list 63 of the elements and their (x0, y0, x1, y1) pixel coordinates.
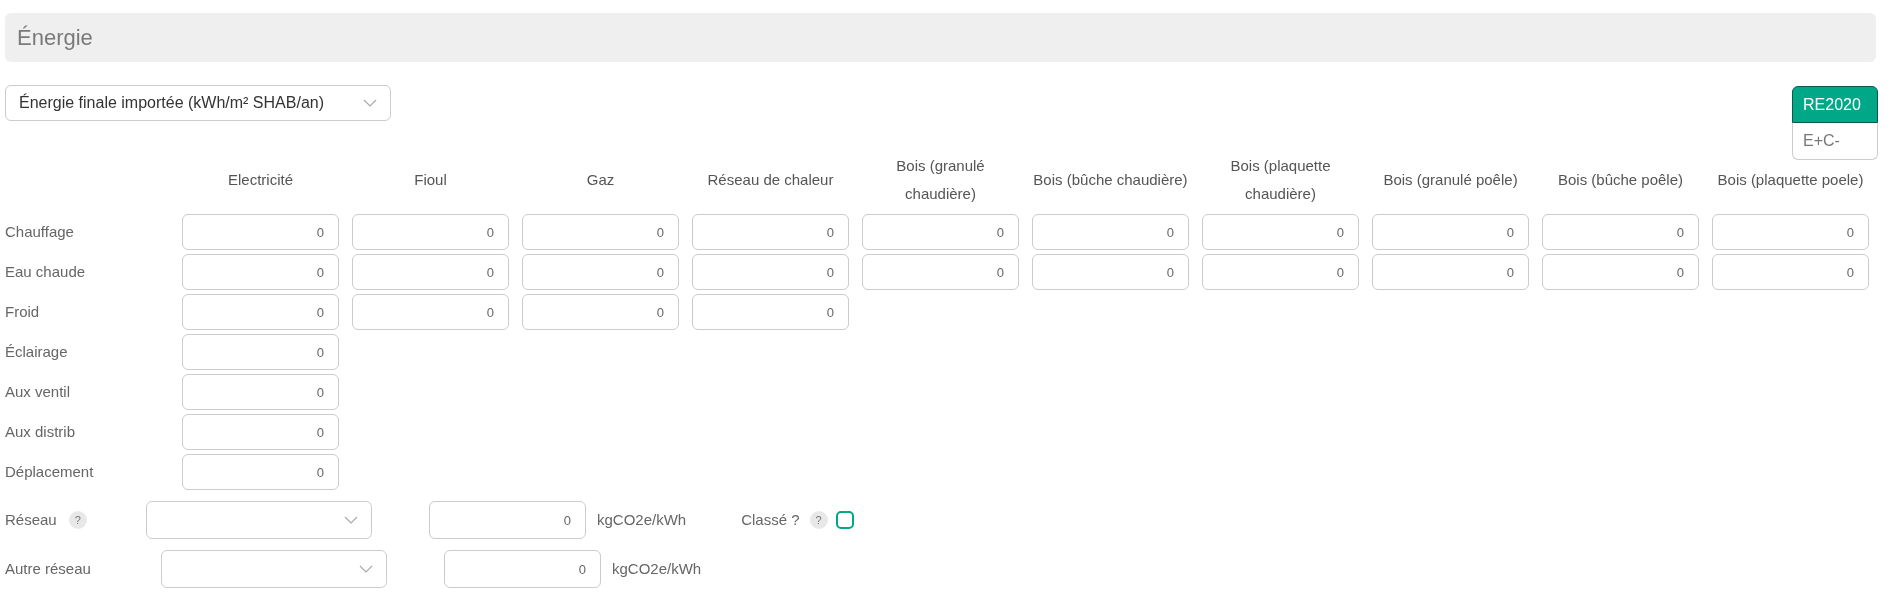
number-field[interactable]: 0 (182, 254, 339, 290)
checkbox[interactable] (835, 511, 854, 529)
field-label: Classé ? (741, 509, 800, 530)
row-label: Déplacement (5, 461, 95, 482)
row-label: Eau chaude (5, 261, 87, 282)
row-label: Aux ventil (5, 381, 72, 402)
number-field[interactable]: 0 (182, 214, 339, 250)
number-field[interactable]: 0 (692, 214, 849, 250)
network-dropdown[interactable] (146, 501, 372, 539)
number-field[interactable]: 0 (1542, 214, 1699, 250)
column-header: Gaz (585, 170, 616, 190)
number-field[interactable]: 0 (522, 294, 679, 330)
number-field[interactable]: 0 (1032, 214, 1189, 250)
standard-option[interactable]: E+C- (1792, 123, 1878, 160)
number-field[interactable]: 0 (692, 254, 849, 290)
number-field[interactable]: 0 (352, 214, 509, 250)
number-field[interactable]: 0 (1372, 214, 1529, 250)
column-header: Bois (plaquette chaudière) (1229, 156, 1332, 204)
number-field[interactable]: 0 (352, 294, 509, 330)
network-dropdown[interactable] (161, 550, 387, 588)
number-field[interactable]: 0 (522, 214, 679, 250)
column-header: Fioul (413, 170, 448, 190)
row-label: Froid (5, 301, 41, 322)
number-field[interactable]: 0 (182, 334, 339, 370)
field-label: Autre réseau (5, 558, 91, 579)
row-label: Éclairage (5, 341, 69, 362)
column-header: Bois (granulé chaudière) (895, 156, 986, 204)
number-field[interactable]: 0 (1712, 254, 1869, 290)
help-icon[interactable]: ? (809, 511, 828, 529)
column-header: Bois (plaquette poele) (1716, 170, 1865, 190)
number-field[interactable]: 0 (1202, 214, 1359, 250)
unit-dropdown[interactable]: Énergie finale importée (kWh/m² SHAB/an) (5, 85, 391, 121)
column-header: Bois (bûche poêle) (1556, 170, 1685, 190)
number-field[interactable]: 0 (1372, 254, 1529, 290)
number-field[interactable]: 0 (862, 214, 1019, 250)
chevron-down-icon (363, 99, 377, 107)
column-header: Bois (granulé poêle) (1382, 170, 1519, 190)
number-field[interactable]: 0 (1542, 254, 1699, 290)
number-field[interactable]: 0 (862, 254, 1019, 290)
column-header: Bois (bûche chaudière) (1032, 170, 1189, 190)
section-title: Énergie (17, 24, 93, 52)
number-field[interactable]: 0 (182, 374, 339, 410)
help-icon[interactable]: ? (68, 511, 87, 529)
chevron-down-icon (344, 516, 358, 524)
number-field[interactable]: 0 (182, 414, 339, 450)
chevron-down-icon (359, 565, 373, 573)
column-header: Electricité (227, 170, 294, 190)
row-label: Aux distrib (5, 421, 77, 442)
number-field[interactable]: 0 (692, 294, 849, 330)
number-field[interactable]: 0 (522, 254, 679, 290)
field-label: Réseau (5, 509, 57, 530)
number-field[interactable]: 0 (1712, 214, 1869, 250)
number-field[interactable]: 0 (1032, 254, 1189, 290)
column-header: Réseau de chaleur (706, 170, 835, 190)
number-field[interactable]: 0 (444, 550, 601, 588)
unit-label: kgCO2e/kWh (612, 558, 702, 579)
number-field[interactable]: 0 (352, 254, 509, 290)
number-field[interactable]: 0 (182, 294, 339, 330)
number-field[interactable]: 0 (182, 454, 339, 490)
number-field[interactable]: 0 (429, 501, 586, 539)
number-field[interactable]: 0 (1202, 254, 1359, 290)
row-label: Chauffage (5, 221, 75, 242)
unit-label: kgCO2e/kWh (597, 509, 687, 530)
